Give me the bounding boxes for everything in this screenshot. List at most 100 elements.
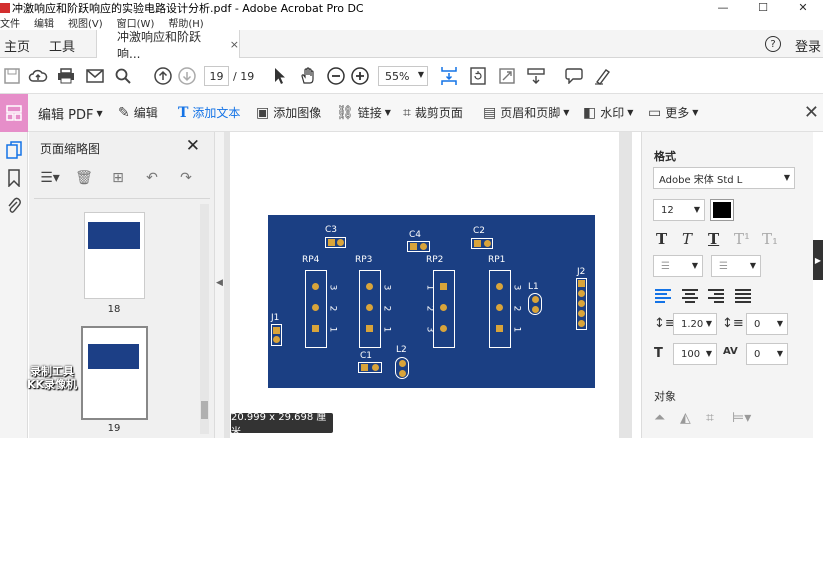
rotate-page-icon[interactable]: [468, 66, 488, 86]
add-image-button[interactable]: ▣ 添加图像: [256, 104, 321, 121]
previous-page-icon[interactable]: [153, 66, 173, 86]
tab-bar: 主页 工具 冲激响应和阶跃响... × ? 登录: [0, 30, 823, 61]
cloud-upload-icon[interactable]: [28, 66, 48, 86]
align-left-icon[interactable]: [655, 289, 671, 303]
window-title: 冲激响应和阶跃响应的实验电路设计分析.pdf - Adobe Acrobat P…: [12, 1, 364, 15]
close-edit-toolbar-icon[interactable]: ✕: [804, 102, 819, 123]
tab-tools[interactable]: 工具: [49, 36, 75, 55]
collapse-panel-arrow-icon[interactable]: ◀: [216, 278, 223, 288]
rotate-left-icon[interactable]: ↶: [141, 170, 163, 186]
pcb-layout-image[interactable]: C3 C4 C2 C1 RP4 3 2 1 RP3 3 2 1 RP2 1 2 …: [268, 215, 595, 388]
justify-icon[interactable]: [735, 289, 751, 303]
page-thumbnail-18[interactable]: [84, 212, 145, 299]
tab-document[interactable]: 冲激响应和阶跃响... ×: [96, 30, 240, 61]
tab-close-icon[interactable]: ×: [230, 38, 239, 51]
search-icon[interactable]: [113, 66, 133, 86]
pad: [440, 304, 447, 311]
highlight-pen-icon[interactable]: [593, 66, 613, 86]
edit-label: 编辑: [133, 106, 158, 120]
subscript-icon[interactable]: T₁: [762, 230, 778, 248]
fit-page-icon[interactable]: [439, 66, 459, 86]
menu-edit[interactable]: 编辑: [34, 15, 54, 30]
zoom-select[interactable]: 55% ▼: [378, 66, 428, 86]
paragraph-spacing-value: 0: [754, 318, 761, 330]
insert-page-icon[interactable]: ⊞: [107, 170, 129, 186]
scrolling-mode-icon[interactable]: [526, 66, 546, 86]
page-thumbnails-icon[interactable]: [4, 140, 24, 160]
edit-button[interactable]: ✎ 编辑: [118, 104, 158, 121]
align-right-icon[interactable]: [708, 289, 724, 303]
horizontal-scale-select[interactable]: 100 ▼: [673, 343, 717, 365]
edit-pdf-tool-icon[interactable]: [0, 94, 28, 132]
image-icon: ▣: [256, 104, 270, 121]
hand-tool-icon[interactable]: [298, 66, 318, 86]
login-button[interactable]: 登录: [795, 36, 821, 55]
thumbnail-label: 18: [107, 304, 121, 315]
pad: [312, 283, 319, 290]
expand-right-panel-icon[interactable]: ▶: [813, 240, 823, 280]
page-total: / 19: [233, 70, 255, 83]
tab-home[interactable]: 主页: [4, 36, 30, 55]
save-icon[interactable]: [2, 66, 22, 86]
page-thumbnail-19[interactable]: [81, 326, 148, 420]
close-panel-icon[interactable]: ✕: [186, 136, 200, 156]
select-cursor-icon[interactable]: [270, 66, 290, 86]
align-center-icon[interactable]: [682, 289, 698, 303]
bold-icon[interactable]: T: [656, 230, 667, 248]
line-spacing-select[interactable]: 1.20 ▼: [673, 313, 717, 335]
link-dropdown[interactable]: ⛓ 链接 ▼: [336, 104, 391, 121]
add-text-label: 添加文本: [192, 106, 241, 120]
label-l1: L1: [528, 282, 539, 292]
crop-page-button[interactable]: ⌗ 裁剪页面: [403, 104, 463, 121]
character-spacing-select[interactable]: 0 ▼: [746, 343, 788, 365]
next-page-icon[interactable]: [177, 66, 197, 86]
email-icon[interactable]: [85, 66, 105, 86]
bookmark-icon[interactable]: [4, 168, 24, 188]
minimize-button[interactable]: —: [703, 0, 743, 15]
flip-horizontal-icon[interactable]: ◭: [680, 410, 691, 426]
more-dropdown[interactable]: ▭ 更多 ▼: [648, 104, 698, 121]
pad: [578, 320, 585, 327]
comment-icon[interactable]: [564, 66, 584, 86]
header-footer-dropdown[interactable]: ▤ 页眉和页脚 ▼: [483, 104, 569, 121]
font-family-select[interactable]: Adobe 宋体 Std L ▼: [653, 167, 795, 189]
numbered-list-select[interactable]: ☰ ▼: [711, 255, 761, 277]
close-window-button[interactable]: ✕: [783, 0, 823, 15]
options-menu-icon[interactable]: ☰▾: [39, 170, 61, 186]
pin-number: 1: [511, 326, 522, 333]
maximize-button[interactable]: ☐: [743, 0, 783, 15]
flip-vertical-icon[interactable]: ⏶: [654, 410, 665, 426]
font-size-select[interactable]: 12 ▼: [653, 199, 705, 221]
rotate-right-icon[interactable]: ↷: [175, 170, 197, 186]
zoom-in-icon[interactable]: [350, 66, 370, 86]
thumbnail-scrollbar[interactable]: [200, 204, 209, 434]
label-j1: J1: [271, 313, 280, 323]
watermark-dropdown[interactable]: ◧ 水印 ▼: [583, 104, 633, 121]
page-number-input[interactable]: 19: [204, 66, 229, 86]
edit-pdf-mode-dropdown[interactable]: 编辑 PDF ▼: [38, 104, 103, 123]
crop-image-icon[interactable]: ⌗: [706, 410, 714, 426]
pin-number: 2: [424, 305, 435, 312]
menu-file[interactable]: 文件: [0, 15, 20, 30]
italic-icon[interactable]: T: [682, 230, 692, 248]
thumbnail-pcb-image: [88, 222, 140, 249]
paragraph-spacing-select[interactable]: 0 ▼: [746, 313, 788, 335]
bullet-list-select[interactable]: ☰ ▼: [653, 255, 703, 277]
underline-icon[interactable]: T: [708, 230, 719, 248]
delete-page-icon[interactable]: 🗑: [73, 170, 95, 186]
help-icon[interactable]: ?: [765, 36, 781, 52]
scrollbar-thumb[interactable]: [201, 401, 208, 419]
add-text-button[interactable]: T 添加文本: [178, 104, 240, 121]
superscript-icon[interactable]: T¹: [734, 230, 750, 248]
attachment-icon[interactable]: [4, 196, 24, 216]
zoom-out-icon[interactable]: [326, 66, 346, 86]
text-color-swatch[interactable]: [710, 199, 734, 221]
print-icon[interactable]: [56, 66, 76, 86]
full-screen-icon[interactable]: [497, 66, 517, 86]
edit-icon: ✎: [118, 104, 130, 121]
pad: [496, 304, 503, 311]
menu-view[interactable]: 视图(V): [68, 15, 103, 30]
chevron-down-icon: ▼: [705, 349, 712, 358]
align-objects-icon[interactable]: ⊨▾: [732, 410, 751, 426]
panel-splitter[interactable]: ◀: [215, 132, 224, 438]
